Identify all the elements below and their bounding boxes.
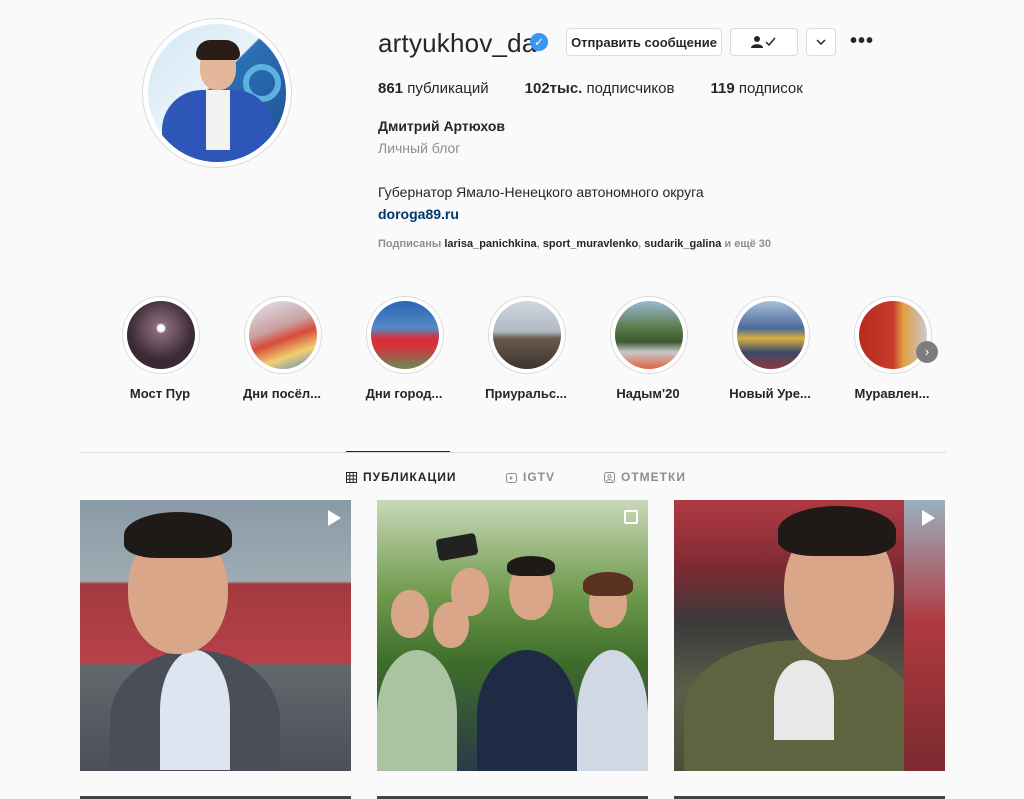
tagged-icon — [604, 471, 615, 483]
grid-icon — [346, 471, 357, 483]
highlight-cover — [737, 301, 805, 369]
followed-by-user[interactable]: larisa_panichkina — [444, 238, 536, 250]
send-message-button[interactable]: Отправить сообщение — [566, 28, 722, 56]
video-icon — [328, 510, 341, 526]
post-thumbnail[interactable] — [674, 500, 945, 771]
gallery-icon — [624, 510, 638, 524]
following-button[interactable] — [730, 28, 798, 56]
suggested-dropdown-button[interactable] — [806, 28, 836, 56]
tab-tagged[interactable]: ОТМЕТКИ — [604, 470, 686, 484]
profile-category: Личный блог — [378, 140, 461, 156]
more-options-icon[interactable]: ••• — [850, 30, 874, 53]
profile-stats: 861 публикаций 102тыс. подписчиков 119 п… — [378, 80, 839, 97]
post-thumbnail[interactable] — [80, 500, 351, 771]
highlight-cover — [615, 301, 683, 369]
person-check-icon — [751, 36, 776, 48]
highlight-cover — [371, 301, 439, 369]
profile-header: artyukhov_da ✓ Отправить сообщение ••• 8… — [0, 0, 1024, 260]
followed-by-user[interactable]: sport_muravlenko — [543, 238, 638, 250]
chevron-down-icon — [816, 39, 826, 45]
post-thumbnail[interactable] — [377, 500, 648, 771]
highlight-cover — [249, 301, 317, 369]
video-icon — [922, 510, 935, 526]
full-name: Дмитрий Артюхов — [378, 118, 505, 134]
phone-in-hand — [435, 532, 479, 562]
highlight-cover — [493, 301, 561, 369]
followed-by-user[interactable]: sudarik_galina — [644, 238, 721, 250]
profile-bio: Губернатор Ямало-Ненецкого автономного о… — [378, 184, 704, 200]
highlights-next-icon[interactable]: › — [916, 341, 938, 363]
avatar-image — [148, 24, 286, 162]
followed-by[interactable]: Подписаны larisa_panichkina, sport_murav… — [378, 238, 771, 250]
profile-avatar[interactable] — [142, 18, 292, 168]
posts-stat: 861 публикаций — [378, 80, 489, 97]
igtv-icon — [506, 472, 517, 483]
followers-stat[interactable]: 102тыс. подписчиков — [525, 80, 675, 97]
tab-igtv[interactable]: IGTV — [506, 470, 555, 484]
profile-link[interactable]: doroga89.ru — [378, 206, 459, 222]
story-highlights: Мост Пур Дни посёл... Дни город... Приур… — [110, 296, 946, 406]
verified-badge-icon: ✓ — [530, 33, 548, 51]
highlight-cover — [127, 301, 195, 369]
following-stat[interactable]: 119 подписок — [710, 80, 802, 97]
username: artyukhov_da — [378, 28, 537, 58]
highlight-cover — [859, 301, 927, 369]
active-tab-indicator — [346, 451, 450, 452]
tab-publications[interactable]: ПУБЛИКАЦИИ — [346, 470, 456, 484]
